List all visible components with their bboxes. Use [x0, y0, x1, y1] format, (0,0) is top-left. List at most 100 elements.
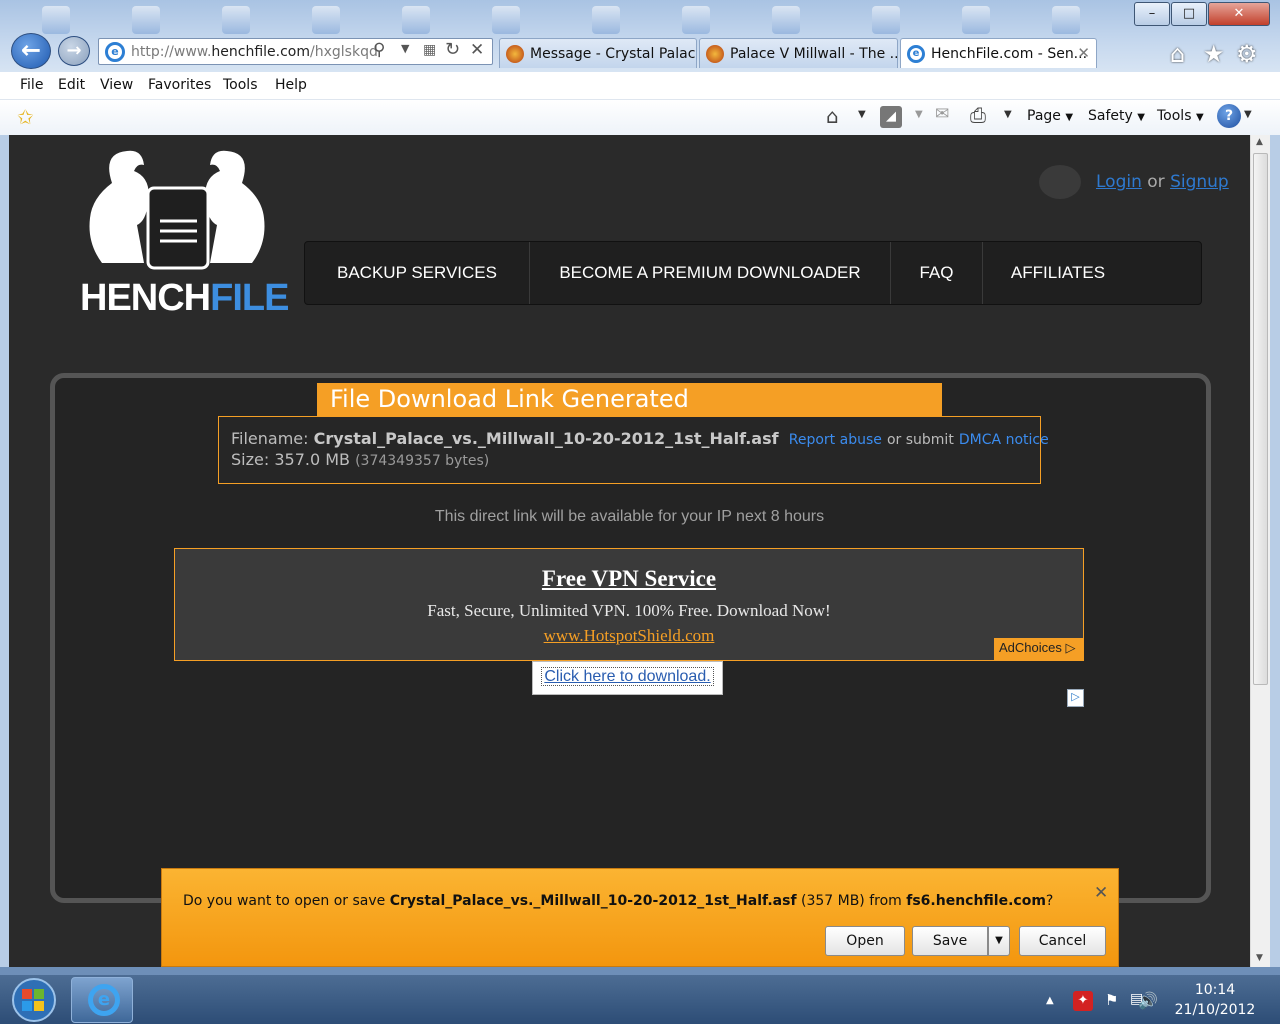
or-text: or — [1147, 172, 1165, 192]
home-dropdown-icon[interactable]: ▼ — [858, 109, 866, 120]
signup-link[interactable]: Signup — [1170, 172, 1229, 192]
availability-notice: This direct link will be available for y… — [434, 508, 825, 525]
chevron-down-icon: ▼ — [1195, 112, 1204, 123]
firefox-like-icon — [506, 45, 524, 63]
henchfile-logo-icon — [89, 150, 265, 270]
windows-logo-icon — [12, 978, 56, 1022]
vpn-ad-banner[interactable]: Free VPN Service Fast, Secure, Unlimited… — [174, 548, 1084, 661]
compatibility-view-icon[interactable]: ▦ — [423, 42, 436, 58]
help-icon[interactable]: ? — [1217, 104, 1241, 128]
ad-link[interactable]: www.HotspotShield.com — [175, 626, 1083, 646]
open-button[interactable]: Open — [825, 926, 905, 956]
nav-backup-services[interactable]: BACKUP SERVICES — [305, 242, 530, 304]
or-submit-text: or submit — [886, 432, 954, 448]
favorites-star-icon[interactable]: ★ — [1203, 40, 1225, 68]
menu-tools[interactable]: Tools — [223, 77, 258, 93]
safety-menu[interactable]: Safety ▼ — [1088, 108, 1145, 124]
browser-titlebar: – □ ✕ ← → e http://www.henchfile.com/hxg… — [0, 0, 1280, 72]
command-bar: ✩ ⌂ ▼ ◢ ▼ ✉ ⎙ ▼ Page ▼ Safety ▼ Tools ▼ … — [0, 100, 1280, 135]
tab-label: HenchFile.com - Sen... — [931, 46, 1088, 62]
tab-label: Palace V Millwall - The ... — [730, 46, 898, 62]
dmca-notice-link[interactable]: DMCA notice — [959, 432, 1049, 448]
menu-bar: File Edit View Favorites Tools Help — [0, 72, 1280, 100]
action-center-flag-icon[interactable]: ⚑ — [1105, 991, 1118, 1009]
help-dropdown-icon[interactable]: ▼ — [1244, 109, 1252, 120]
tools-menu-label: Tools — [1157, 108, 1192, 124]
print-icon[interactable]: ⎙ — [970, 103, 986, 127]
menu-view[interactable]: View — [100, 77, 133, 93]
save-dropdown-button[interactable]: ▼ — [988, 926, 1010, 956]
menu-edit[interactable]: Edit — [58, 77, 85, 93]
refresh-icon[interactable]: ↻ — [445, 39, 460, 60]
scroll-up-icon[interactable]: ▲ — [1256, 137, 1263, 147]
address-bar[interactable]: e http://www.henchfile.com/hxglskqd ⚲ ▼ … — [98, 38, 493, 65]
maximize-button[interactable]: □ — [1171, 2, 1207, 26]
adchoices-icon[interactable]: ▷ — [1067, 689, 1084, 707]
tab-henchfile[interactable]: e HenchFile.com - Sen... ✕ — [900, 38, 1097, 68]
scroll-down-icon[interactable]: ▼ — [1256, 953, 1263, 963]
rss-feed-icon[interactable]: ◢ — [880, 106, 902, 128]
login-signup: Login or Signup — [1096, 172, 1229, 192]
add-favorites-star-icon[interactable]: ✩ — [17, 105, 34, 129]
minimize-button[interactable]: – — [1134, 2, 1170, 26]
address-dropdown-icon[interactable]: ▼ — [401, 42, 409, 55]
filename-label: Filename: — [231, 429, 309, 448]
login-link[interactable]: Login — [1096, 172, 1142, 192]
notification-message: Do you want to open or save Crystal_Pala… — [183, 893, 1054, 909]
stop-icon[interactable]: ✕ — [470, 40, 484, 60]
site-logo-text[interactable]: HENCHFILE — [80, 277, 289, 320]
taskbar-internet-explorer[interactable]: e — [71, 977, 133, 1023]
nav-affiliates[interactable]: AFFILIATES — [983, 242, 1133, 304]
file-info-box: Filename: Crystal_Palace_vs._Millwall_10… — [218, 416, 1049, 484]
chevron-down-icon: ▼ — [1137, 112, 1145, 123]
scrollbar-thumb[interactable] — [1253, 153, 1268, 685]
page-menu[interactable]: Page ▼ — [1027, 108, 1073, 124]
page-menu-label: Page — [1027, 108, 1061, 124]
ad-title[interactable]: Free VPN Service — [175, 566, 1083, 592]
antivirus-icon[interactable]: ✦ — [1073, 991, 1093, 1011]
print-dropdown-icon[interactable]: ▼ — [1004, 109, 1012, 120]
menu-help[interactable]: Help — [275, 77, 307, 93]
forward-button[interactable]: → — [58, 36, 90, 66]
volume-icon[interactable]: 🔊 — [1138, 991, 1158, 1010]
tools-menu[interactable]: Tools ▼ — [1157, 108, 1204, 124]
search-icon[interactable]: ⚲ — [373, 40, 385, 60]
close-notification-icon[interactable]: ✕ — [1094, 883, 1108, 903]
address-url[interactable]: http://www.henchfile.com/hxglskqd — [131, 44, 378, 60]
click-to-download-label: Click here to download. — [541, 667, 714, 686]
back-arrow-icon: ← — [20, 36, 42, 64]
report-abuse-link[interactable]: Report abuse — [789, 432, 882, 448]
ad-description: Fast, Secure, Unlimited VPN. 100% Free. … — [427, 601, 831, 620]
click-to-download-button[interactable]: Click here to download. — [532, 661, 723, 695]
tab-palace-v-millwall[interactable]: Palace V Millwall - The ... — [699, 38, 898, 68]
adchoices-icon: ▷ — [1065, 640, 1076, 655]
vertical-scrollbar[interactable]: ▲ ▼ — [1250, 135, 1270, 967]
mail-icon[interactable]: ✉ — [935, 104, 949, 124]
gear-icon[interactable]: ⚙ — [1236, 40, 1258, 68]
close-tab-icon[interactable]: ✕ — [1077, 44, 1090, 62]
start-button[interactable] — [2, 977, 66, 1023]
twitter-bird-icon[interactable] — [1039, 165, 1081, 199]
feed-dropdown-icon[interactable]: ▼ — [915, 109, 923, 120]
nav-faq[interactable]: FAQ — [891, 242, 983, 304]
system-clock[interactable]: 10:14 21/10/2012 — [1170, 980, 1260, 1020]
window-frame-right — [1270, 135, 1280, 967]
save-button[interactable]: Save — [912, 926, 988, 956]
ie-icon: e — [88, 984, 120, 1016]
menu-file[interactable]: File — [20, 77, 43, 93]
home-icon[interactable]: ⌂ — [1170, 40, 1185, 68]
cancel-button[interactable]: Cancel — [1019, 926, 1106, 956]
home-icon[interactable]: ⌂ — [826, 104, 839, 128]
adchoices-badge[interactable]: AdChoices ▷ — [994, 638, 1084, 660]
ie-icon: e — [907, 45, 925, 63]
close-window-button[interactable]: ✕ — [1208, 2, 1270, 26]
main-navigation: BACKUP SERVICES BECOME A PREMIUM DOWNLOA… — [304, 241, 1202, 305]
window-frame-left — [0, 135, 9, 967]
show-hidden-icons-icon[interactable]: ▲ — [1046, 995, 1054, 1006]
desktop-icons-background — [0, 0, 1130, 36]
nav-become-premium-downloader[interactable]: BECOME A PREMIUM DOWNLOADER — [530, 242, 891, 304]
web-page: HENCHFILE Login or Signup BACKUP SERVICE… — [9, 135, 1250, 967]
menu-favorites[interactable]: Favorites — [148, 77, 211, 93]
tab-message-crystal-palace[interactable]: Message - Crystal Palac... — [499, 38, 697, 68]
back-button[interactable]: ← — [11, 33, 51, 69]
